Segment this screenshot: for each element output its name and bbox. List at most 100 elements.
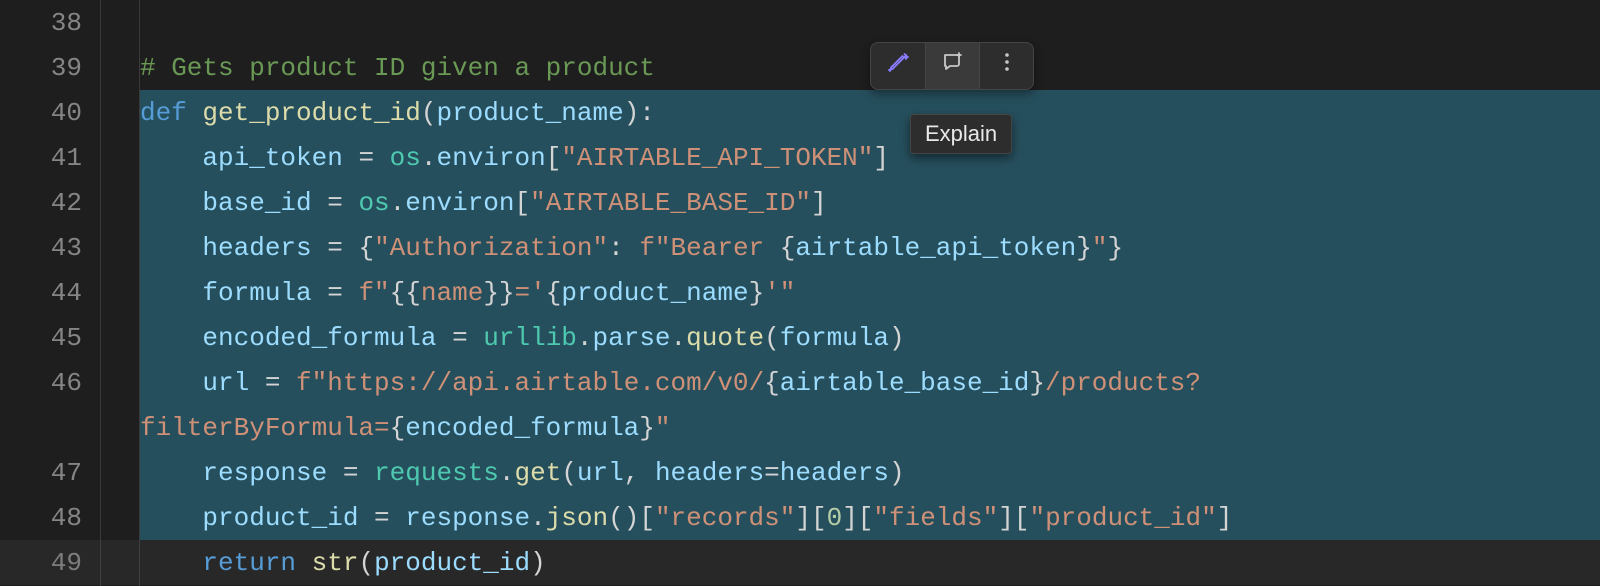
code-token: .: [530, 503, 546, 533]
code-token: }: [1076, 233, 1092, 263]
code-line[interactable]: def get_product_id(product_name):: [140, 90, 1600, 135]
code-token: .: [671, 323, 687, 353]
code-token: }}: [483, 278, 514, 308]
code-token: }: [749, 278, 765, 308]
code-token: urllib: [483, 323, 577, 353]
code-token: .: [390, 188, 406, 218]
code-token: encoded_formula: [405, 413, 639, 443]
code-token: ]: [811, 188, 827, 218]
code-line[interactable]: encoded_formula = urllib.parse.quote(for…: [140, 315, 1600, 360]
code-token: environ: [437, 143, 546, 173]
code-token: headers: [655, 458, 764, 488]
code-token: [140, 548, 202, 578]
tooltip: Explain: [910, 114, 1012, 154]
code-token: name: [421, 278, 483, 308]
code-token: ][: [998, 503, 1029, 533]
code-token: [140, 368, 202, 398]
code-token: base_id: [202, 188, 311, 218]
chat-new-icon: [941, 50, 965, 82]
code-token: formula: [780, 323, 889, 353]
sparkle-edit-button[interactable]: [871, 43, 925, 89]
code-token: os: [358, 188, 389, 218]
code-token: {: [390, 413, 406, 443]
code-line[interactable]: return str(product_id): [140, 540, 1600, 585]
line-number: 45: [0, 315, 82, 360]
code-token: =': [515, 278, 546, 308]
code-token: =: [312, 278, 359, 308]
code-token: {{: [390, 278, 421, 308]
code-area[interactable]: # Gets product ID given a productdef get…: [140, 0, 1600, 586]
code-token: "AIRTABLE_BASE_ID": [530, 188, 811, 218]
line-number: 48: [0, 495, 82, 540]
code-token: ": [655, 413, 671, 443]
code-token: (: [358, 548, 374, 578]
code-token: ,: [624, 458, 655, 488]
code-token: url: [577, 458, 624, 488]
code-token: =: [249, 368, 296, 398]
code-token: filterByFormula=: [140, 413, 390, 443]
code-token: '": [764, 278, 795, 308]
code-token: [140, 188, 202, 218]
code-line[interactable]: url = f"https://api.airtable.com/v0/{air…: [140, 360, 1600, 405]
line-number: 40: [0, 90, 82, 135]
code-token: "product_id": [1029, 503, 1216, 533]
code-token: (: [764, 323, 780, 353]
code-token: [140, 503, 202, 533]
code-token: (: [421, 98, 437, 128]
code-editor[interactable]: 383940414243444546474849 # Gets product …: [0, 0, 1600, 586]
code-token: [140, 233, 202, 263]
code-token: product_id: [374, 548, 530, 578]
code-token: api_token: [202, 143, 342, 173]
line-number: 41: [0, 135, 82, 180]
code-token: [140, 458, 202, 488]
more-actions-button[interactable]: [979, 43, 1033, 89]
code-token: response: [405, 503, 530, 533]
code-token: ": [1092, 233, 1108, 263]
code-token: ][: [842, 503, 873, 533]
code-token: get_product_id: [202, 98, 420, 128]
code-line[interactable]: api_token = os.environ["AIRTABLE_API_TOK…: [140, 135, 1600, 180]
code-line[interactable]: [140, 0, 1600, 45]
code-token: =: [436, 323, 483, 353]
code-token: response: [202, 458, 327, 488]
code-token: quote: [686, 323, 764, 353]
code-token: =: [358, 503, 405, 533]
code-token: =: [343, 143, 390, 173]
code-token: json: [546, 503, 608, 533]
folding-ruler[interactable]: [100, 0, 140, 586]
code-token: ): [889, 323, 905, 353]
explain-button[interactable]: [925, 43, 979, 89]
code-token: def: [140, 98, 202, 128]
code-line[interactable]: formula = f"{{name}}='{product_name}'": [140, 270, 1600, 315]
code-token: [140, 278, 202, 308]
code-token: =: [312, 188, 359, 218]
line-number: 39: [0, 45, 82, 90]
code-line[interactable]: filterByFormula={encoded_formula}": [140, 405, 1600, 450]
code-token: "fields": [873, 503, 998, 533]
code-token: .: [421, 143, 437, 173]
code-line[interactable]: product_id = response.json()["records"][…: [140, 495, 1600, 540]
code-token: ][: [795, 503, 826, 533]
code-token: }: [639, 413, 655, 443]
code-token: =: [312, 233, 359, 263]
code-token: product_id: [202, 503, 358, 533]
code-token: airtable_api_token: [795, 233, 1076, 263]
code-line[interactable]: response = requests.get(url, headers=hea…: [140, 450, 1600, 495]
code-token: ): [889, 458, 905, 488]
code-line[interactable]: headers = {"Authorization": f"Bearer {ai…: [140, 225, 1600, 270]
code-token: [: [546, 143, 562, 173]
code-token: return: [202, 548, 311, 578]
code-line[interactable]: base_id = os.environ["AIRTABLE_BASE_ID"]: [140, 180, 1600, 225]
code-token: parse: [593, 323, 671, 353]
code-token: f"Bearer: [639, 233, 779, 263]
code-token: formula: [202, 278, 311, 308]
code-token: (: [561, 458, 577, 488]
more-vertical-icon: [995, 50, 1019, 82]
line-number: 47: [0, 450, 82, 495]
code-token: /products?: [1045, 368, 1201, 398]
code-token: f"https://api.airtable.com/v0/: [296, 368, 764, 398]
code-token: ):: [624, 98, 655, 128]
line-number: 38: [0, 0, 82, 45]
code-token: [140, 143, 202, 173]
line-number-gutter: 383940414243444546474849: [0, 0, 100, 586]
